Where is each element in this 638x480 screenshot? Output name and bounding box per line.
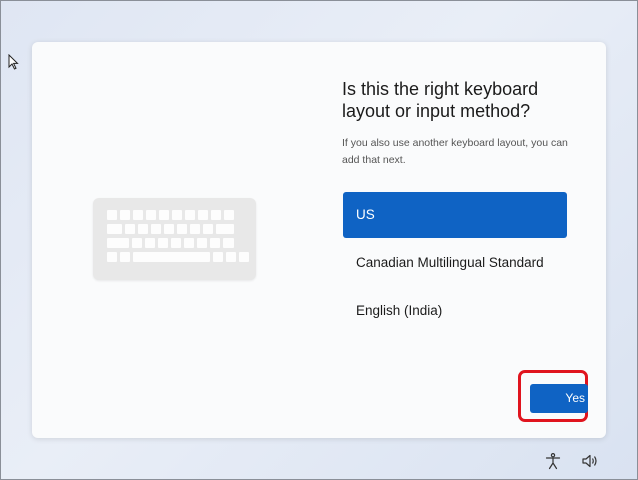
oobe-screen: { "card": { "title": "Is this the right … xyxy=(0,0,638,480)
keyboard-illustration-icon xyxy=(93,198,256,280)
keyboard-layout-list: US Canadian Multilingual Standard Englis… xyxy=(343,192,567,336)
accessibility-icon[interactable] xyxy=(544,452,562,470)
volume-icon[interactable] xyxy=(581,452,599,470)
layout-option-canadian-multilingual[interactable]: Canadian Multilingual Standard xyxy=(343,240,567,286)
page-subtitle: If you also use another keyboard layout,… xyxy=(342,137,568,166)
setup-card: Is this the right keyboard layout or inp… xyxy=(32,42,606,438)
highlight-box: Yes xyxy=(518,370,588,422)
page-title: Is this the right keyboard layout or inp… xyxy=(342,79,539,121)
layout-option-english-india[interactable]: English (India) xyxy=(343,288,567,334)
mouse-pointer-icon xyxy=(8,54,19,70)
layout-option-us[interactable]: US xyxy=(343,192,567,238)
yes-button[interactable]: Yes xyxy=(530,384,588,413)
